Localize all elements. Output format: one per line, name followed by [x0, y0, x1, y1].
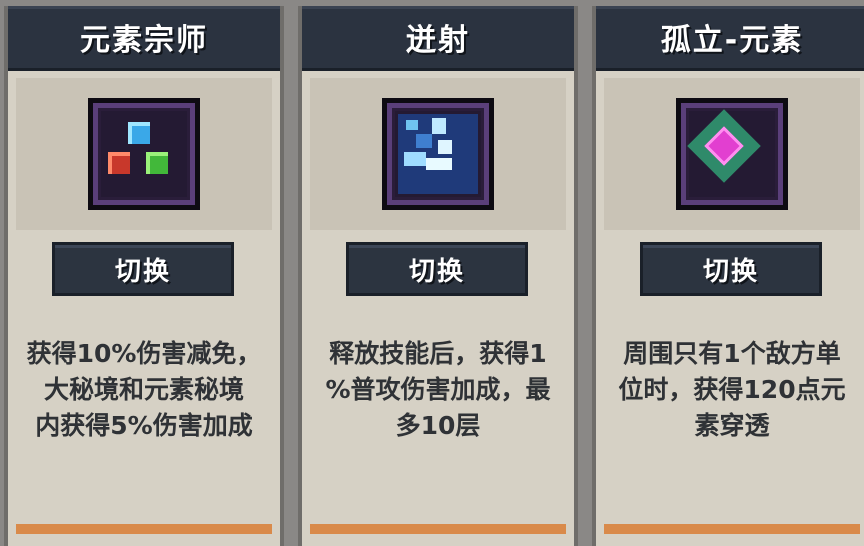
isolated-element-gem-icon	[676, 98, 788, 210]
switch-button-label: 切换	[702, 256, 759, 287]
card-bottom-bar	[604, 524, 860, 534]
description-line: 大秘境和元素秘境	[43, 375, 244, 404]
red-orb	[108, 152, 130, 174]
elemental-orbs-icon	[88, 98, 200, 210]
description-line: 周围只有1个敌方单	[623, 339, 841, 368]
switch-button-label: 切换	[408, 256, 465, 287]
card-description: 获得10%伤害减免， 大秘境和元素秘境 内获得5%伤害加成	[10, 336, 278, 444]
talent-card-elemental-master: 元素宗师 切换 获得10%伤害减免， 大秘境和元素秘境 内获得5%伤害加成	[4, 6, 284, 546]
switch-button[interactable]: 切换	[640, 242, 822, 296]
description-line: %普攻伤害加成，最	[325, 375, 551, 404]
card-title: 孤立-元素	[660, 23, 804, 58]
description-line: 素穿透	[694, 411, 770, 440]
ice-shards-icon	[382, 98, 494, 210]
description-line: 释放技能后，获得1	[329, 339, 547, 368]
card-description: 周围只有1个敌方单 位时，获得120点元 素穿透	[598, 336, 864, 444]
blue-orb	[128, 122, 150, 144]
card-description: 释放技能后，获得1 %普攻伤害加成，最 多10层	[304, 336, 572, 444]
talent-card-isolated-element: 孤立-元素 切换 周围只有1个敌方单 位时，获得120点元 素穿透	[592, 6, 864, 546]
icon-panel	[16, 78, 272, 230]
description-line: 获得10%伤害减免，	[26, 339, 262, 368]
description-line: 位时，获得120点元	[618, 375, 846, 404]
switch-button[interactable]: 切换	[52, 242, 234, 296]
card-title: 元素宗师	[80, 23, 208, 58]
talent-card-burst: 迸射 切换 释放技能后，获得1 %普攻伤害加成，最 多10层	[298, 6, 578, 546]
switch-button-label: 切换	[114, 256, 171, 287]
green-orb	[146, 152, 168, 174]
card-bottom-bar	[16, 524, 272, 534]
icon-panel	[310, 78, 566, 230]
card-title: 迸射	[406, 23, 470, 58]
icon-panel	[604, 78, 860, 230]
card-bottom-bar	[310, 524, 566, 534]
card-header: 迸射	[302, 6, 574, 71]
card-header: 孤立-元素	[596, 6, 864, 71]
description-line: 多10层	[395, 411, 481, 440]
card-header: 元素宗师	[8, 6, 280, 71]
switch-button[interactable]: 切换	[346, 242, 528, 296]
description-line: 内获得5%伤害加成	[35, 411, 253, 440]
